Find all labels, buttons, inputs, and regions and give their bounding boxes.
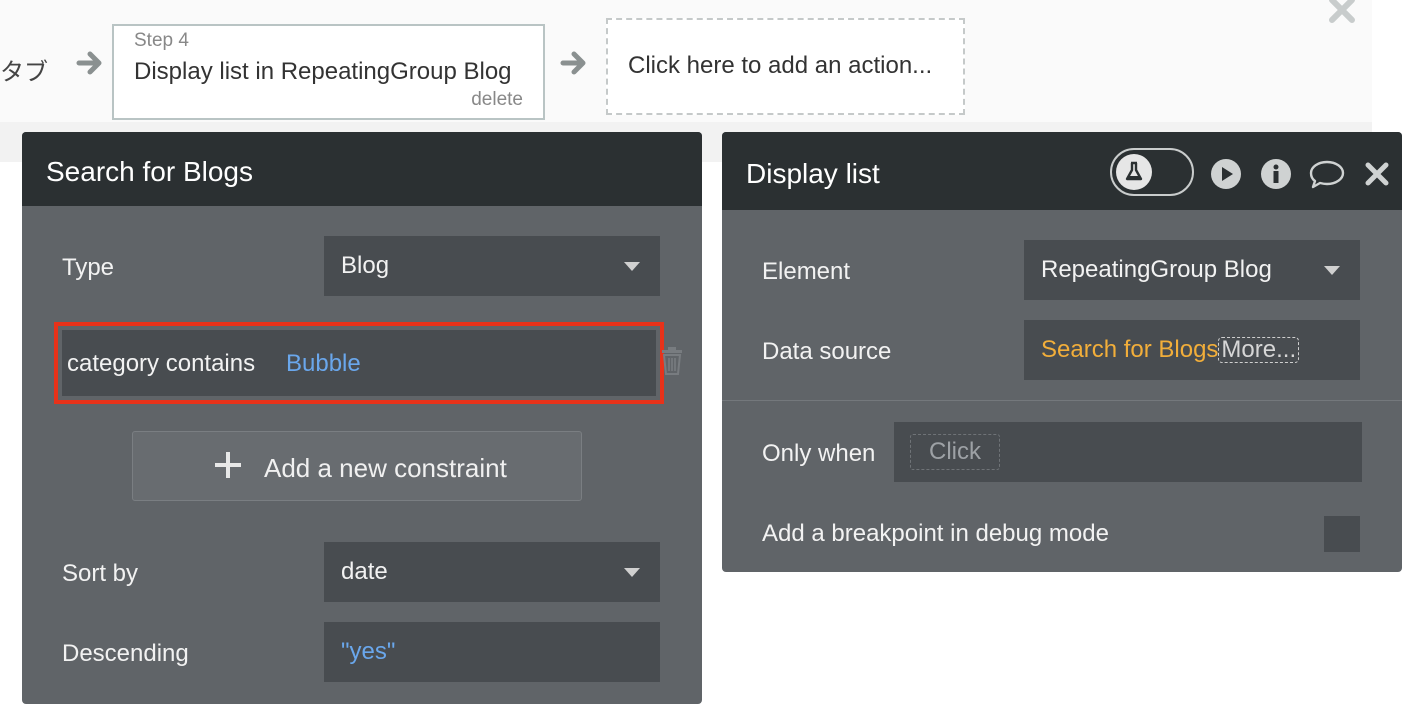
step-number: Step 4 [134, 30, 189, 51]
descending-label: Descending [62, 640, 189, 667]
trash-icon[interactable] [660, 347, 684, 375]
search-panel-header: Search for Blogs [22, 132, 702, 206]
sort-by-dropdown[interactable]: date [324, 542, 660, 602]
sort-by-label: Sort by [62, 560, 139, 587]
breakpoint-checkbox[interactable] [1324, 516, 1360, 552]
descending-value: "yes" [341, 638, 396, 665]
constraint-value[interactable]: Bubble [286, 350, 361, 378]
plus-icon [215, 452, 241, 478]
play-icon[interactable] [1210, 158, 1242, 190]
only-when-field[interactable]: Click [894, 422, 1362, 482]
chevron-down-icon [1324, 266, 1340, 275]
sort-by-value: date [341, 558, 388, 585]
flask-icon [1125, 161, 1143, 181]
workflow-strip: タブ Step 4 Display list in RepeatingGroup… [0, 0, 1372, 122]
constraint-field: category contains [67, 350, 256, 377]
constraint-row[interactable]: category contains Bubble [54, 322, 664, 404]
search-panel-title: Search for Blogs [46, 156, 253, 187]
close-icon[interactable] [1364, 158, 1390, 190]
data-source-field[interactable]: Search for Blogs More... [1024, 320, 1360, 380]
search-panel: Search for Blogs Type Blog category cont… [22, 132, 702, 704]
comment-icon[interactable] [1308, 158, 1346, 190]
arrow-right-icon [76, 51, 102, 75]
only-when-placeholder[interactable]: Click [910, 434, 1000, 470]
breakpoint-label: Add a breakpoint in debug mode [762, 520, 1109, 547]
descending-field[interactable]: "yes" [324, 622, 660, 682]
separator [722, 400, 1402, 401]
add-constraint-button[interactable]: Add a new constraint [132, 431, 582, 501]
element-label: Element [762, 258, 851, 285]
display-list-panel: Display list Element RepeatingGroup Blog… [722, 132, 1402, 572]
add-action-label: Click here to add an action... [628, 52, 933, 79]
display-list-title: Display list [746, 158, 880, 189]
chevron-down-icon [624, 262, 640, 271]
arrow-right-icon [560, 51, 586, 75]
add-constraint-label: Add a new constraint [264, 453, 507, 483]
add-action-button[interactable]: Click here to add an action... [606, 18, 965, 115]
close-icon[interactable] [1328, 0, 1356, 24]
delete-step-link[interactable]: delete [471, 89, 523, 111]
type-value: Blog [341, 252, 390, 279]
info-icon[interactable] [1260, 158, 1292, 190]
type-dropdown[interactable]: Blog [324, 236, 660, 296]
previous-step-label[interactable]: タブ [0, 52, 48, 87]
step-title: Display list in RepeatingGroup Blog [134, 58, 512, 85]
only-when-label: Only when [762, 440, 876, 467]
display-list-header: Display list [722, 132, 1402, 210]
test-mode-toggle[interactable] [1110, 148, 1194, 196]
data-source-value[interactable]: Search for Blogs [1041, 336, 1218, 363]
type-label: Type [62, 254, 115, 281]
chevron-down-icon [624, 568, 640, 577]
step-4-card[interactable]: Step 4 Display list in RepeatingGroup Bl… [112, 24, 545, 120]
more-button[interactable]: More... [1218, 337, 1300, 363]
data-source-label: Data source [762, 338, 892, 365]
element-value: RepeatingGroup Blog [1041, 256, 1272, 283]
element-dropdown[interactable]: RepeatingGroup Blog [1024, 240, 1360, 300]
